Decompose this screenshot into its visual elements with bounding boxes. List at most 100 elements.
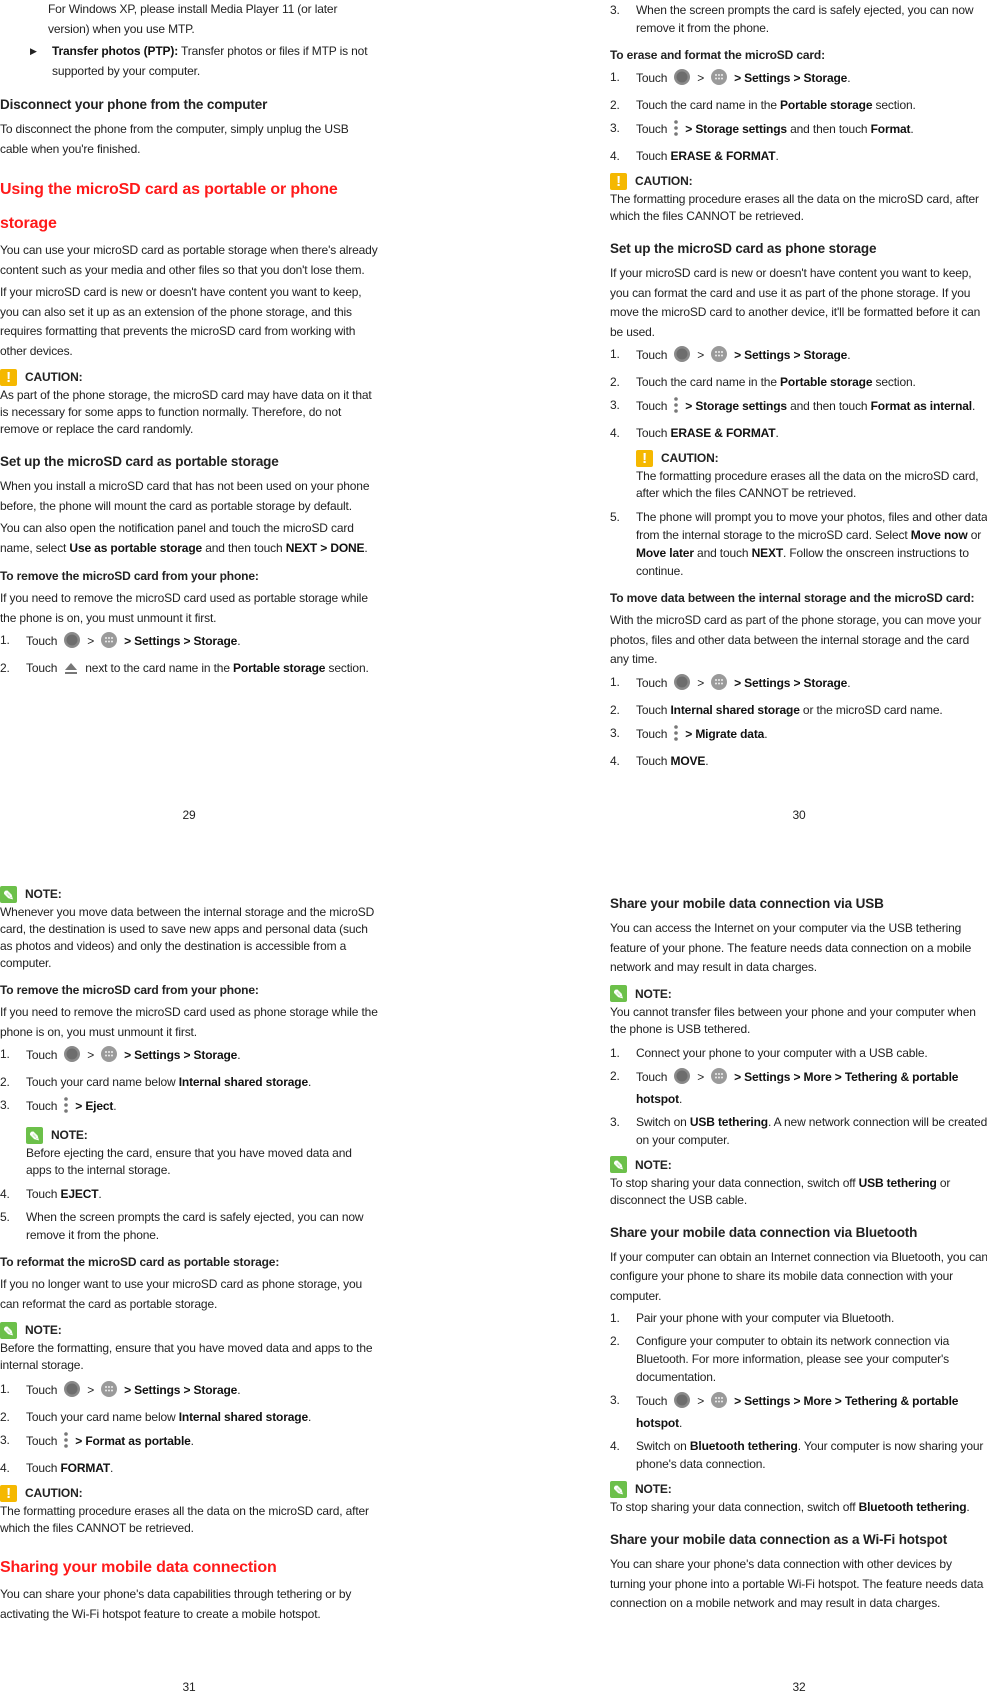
bold-term: Internal shared storage	[178, 1410, 308, 1424]
list-number: 2.	[610, 98, 620, 112]
paragraph: With the microSD card as part of the pho…	[610, 611, 987, 670]
note-label: NOTE:	[635, 1157, 672, 1172]
text-run: Touch	[26, 661, 58, 675]
text-run: >	[697, 348, 705, 362]
text-run: Touch	[636, 1069, 668, 1084]
paragraph: You can also open the notification panel…	[0, 519, 378, 558]
bold-term: > Settings > Storage	[124, 634, 238, 648]
bold-term: USB tethering	[689, 1114, 768, 1129]
text-run: Touch the card name in the	[636, 98, 781, 112]
text-run: Touch	[26, 1383, 58, 1397]
text-run: To stop sharing your data connection, sw…	[610, 1175, 859, 1190]
list-item: 4. Touch ERASE & FORMAT.	[610, 147, 987, 165]
paragraph: If your microSD card is new or doesn't h…	[610, 264, 987, 342]
caution-label: CAUTION:	[25, 1486, 83, 1500]
more-vertical-icon	[63, 1431, 69, 1454]
text-run: To stop sharing your data connection, sw…	[610, 1500, 859, 1514]
text-run: Touch	[636, 753, 671, 768]
list-item: 2. Touch your card name below Internal sh…	[0, 1408, 378, 1426]
note-text: Before the formatting, ensure that you h…	[0, 1340, 378, 1374]
section-heading: Disconnect your phone from the computer	[0, 95, 378, 115]
text-run: or the microSD card name.	[799, 702, 943, 717]
list-number: 3.	[610, 725, 620, 740]
text-run: .	[237, 1383, 241, 1397]
list-number: 1.	[610, 347, 620, 361]
text-run: Touch your card name below	[26, 1075, 179, 1089]
caution-text: As part of the phone storage, the microS…	[0, 387, 378, 438]
text-run: Sharing your mobile data connection	[0, 1559, 277, 1576]
text-run: Share your mobile data connection as a W…	[610, 1532, 948, 1547]
text-run: Pair your phone with your computer via B…	[636, 1311, 895, 1325]
text-run: When the screen prompts the card is safe…	[636, 3, 974, 35]
bold-term: ERASE & FORMAT	[670, 426, 776, 440]
text-run: .	[764, 726, 768, 741]
caution-box: CAUTION: As part of the phone storage, th…	[0, 367, 378, 438]
text-run: Set up the microSD card as portable stor…	[0, 454, 279, 469]
text-run: Touch your card name below	[26, 1410, 179, 1424]
note-label: NOTE:	[51, 1128, 88, 1142]
list-number: 4.	[610, 1439, 620, 1453]
text-run: >	[697, 71, 705, 85]
caution-box: CAUTION: The formatting procedure erases …	[610, 448, 987, 502]
list-item: 5. When the screen prompts the card is sa…	[0, 1208, 378, 1244]
home-circle-icon	[673, 673, 691, 696]
text-run: Touch	[636, 1394, 668, 1408]
text-run: Touch	[636, 399, 668, 413]
text-run: .	[847, 675, 851, 690]
text-run: .	[307, 1075, 312, 1089]
list-item: 1. Pair your phone with your computer via…	[610, 1309, 987, 1327]
list-item: 3. Touch > > Settings > More > Tethering & …	[610, 1391, 987, 1432]
list-number: 2.	[0, 1075, 10, 1089]
bullet-item: ▶ Transfer photos (PTP): Transfer photos …	[0, 42, 378, 81]
list-number: 1.	[610, 1045, 620, 1060]
bold-term: ERASE & FORMAT	[670, 149, 776, 163]
list-number: 4.	[610, 149, 620, 163]
text-run: .	[237, 634, 241, 648]
text-run: >	[87, 634, 95, 648]
list-item: 1. Touch > > Settings > Storage.	[610, 345, 987, 368]
apps-grid-icon	[710, 1391, 728, 1414]
note-header: NOTE:	[26, 1125, 378, 1147]
note-pencil-icon	[0, 885, 17, 906]
note-text: To stop sharing your data connection, sw…	[610, 1499, 987, 1516]
text-run: To disconnect the phone from the compute…	[0, 122, 349, 156]
note-pencil-icon	[610, 1156, 627, 1176]
caution-box: CAUTION: The formatting procedure erases …	[0, 1483, 378, 1537]
text-run: Connect your phone to your computer with…	[636, 1045, 928, 1060]
text-run: To remove the microSD card from your pho…	[0, 569, 259, 583]
text-run: and then touch	[786, 122, 871, 136]
bold-term: > Storage settings	[685, 122, 787, 136]
bold-term: Bluetooth tethering	[858, 1500, 967, 1514]
list-item: 4. Touch EJECT.	[0, 1185, 378, 1203]
list-number: 1.	[610, 1311, 620, 1325]
note-header: NOTE:	[610, 1479, 987, 1501]
page-30: 3. When the screen prompts the card is sa…	[610, 0, 987, 775]
text-run: Share your mobile data connection via Bl…	[610, 1224, 918, 1240]
bold-term: Move later	[636, 546, 694, 560]
text-run: Touch	[636, 426, 671, 440]
text-run: .	[678, 1091, 683, 1106]
text-run: .	[307, 1410, 312, 1424]
note-box: NOTE: Whenever you move data between the …	[0, 884, 378, 972]
list-item: 2. Touch next to the card name in the Port…	[0, 659, 378, 681]
list-item: 2. Touch the card name in the Portable st…	[610, 96, 987, 114]
section-heading: Set up the microSD card as portable stor…	[0, 452, 378, 472]
list-number: 1.	[0, 1047, 10, 1061]
list-item: 1. Touch > > Settings > Storage.	[0, 1045, 378, 1068]
page-number: 30	[792, 808, 806, 822]
list-item: 1. Touch > > Settings > Storage.	[0, 631, 378, 654]
text-run: >	[87, 1383, 95, 1397]
list-number: 2.	[610, 1334, 620, 1348]
caution-icon	[610, 172, 627, 192]
caution-label: CAUTION:	[635, 174, 693, 188]
text-run: Before the formatting, ensure that you h…	[0, 1341, 373, 1372]
paragraph: For Windows XP, please install Media Pla…	[0, 0, 378, 39]
text-run: If you need to remove the microSD card u…	[0, 591, 368, 625]
text-run: .	[190, 1434, 194, 1448]
caution-text: The formatting procedure erases all the …	[636, 468, 987, 502]
caution-header: CAUTION:	[636, 448, 987, 469]
section-heading: To reformat the microSD card as portable…	[0, 1252, 378, 1272]
list-item: 2. Touch Internal shared storage or the m…	[610, 701, 987, 719]
text-run: .	[364, 540, 368, 555]
paragraph: You can access the Internet on your comp…	[610, 919, 987, 978]
